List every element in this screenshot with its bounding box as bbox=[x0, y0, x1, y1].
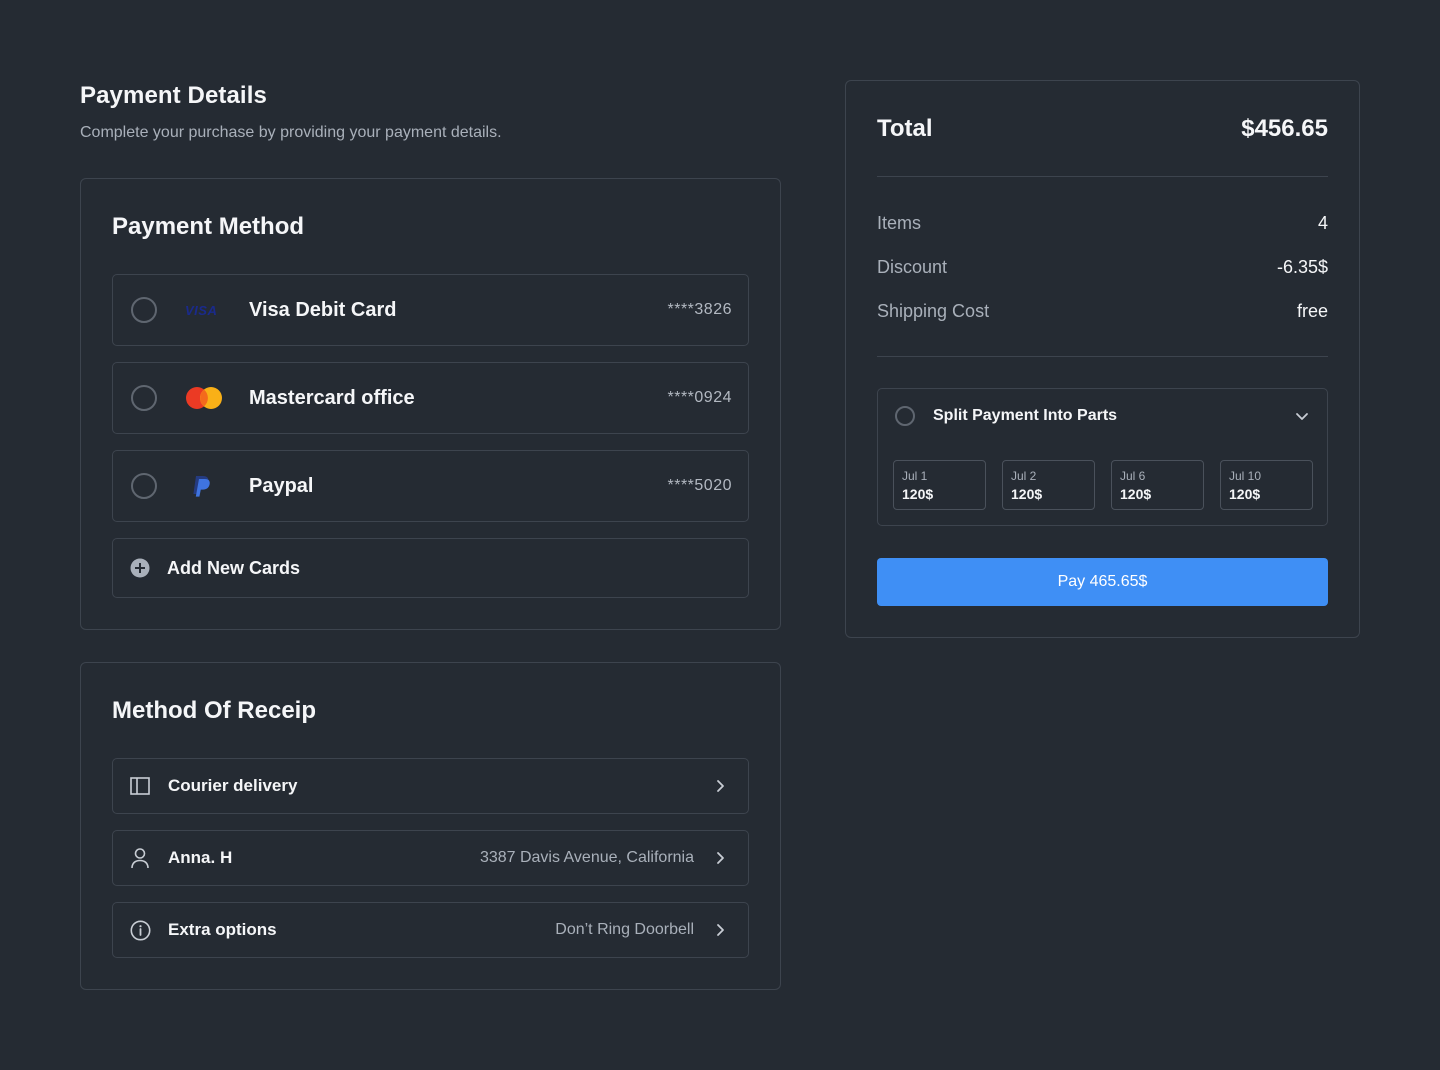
paypal-logo-icon bbox=[185, 472, 225, 500]
summary-divider bbox=[877, 176, 1328, 177]
recipient-row[interactable]: Anna. H 3387 Davis Avenue, California bbox=[112, 830, 749, 886]
recipient-name: Anna. H bbox=[168, 848, 233, 867]
discount-label: Discount bbox=[877, 257, 948, 277]
add-new-card-label: Add New Cards bbox=[167, 557, 301, 578]
split-payment-label: Split Payment Into Parts bbox=[933, 407, 1118, 424]
recipient-address: 3387 Davis Avenue, California bbox=[479, 849, 694, 866]
split-part[interactable]: Jul 10 120$ bbox=[1220, 460, 1313, 510]
visa-logo-icon: VISA bbox=[185, 296, 225, 324]
total-value: $456.65 bbox=[1241, 115, 1328, 142]
split-part-date: Jul 10 bbox=[1229, 468, 1262, 483]
split-part-date: Jul 1 bbox=[902, 468, 928, 483]
payment-method-card: Payment Method VISA Visa Debit Card ****… bbox=[80, 178, 781, 630]
shipping-label: Shipping Cost bbox=[877, 301, 990, 321]
total-label: Total bbox=[877, 115, 933, 142]
summary-row-discount: Discount -6.35$ bbox=[877, 257, 1328, 278]
page-header: Payment Details Complete your purchase b… bbox=[80, 82, 502, 142]
shipping-value: free bbox=[1296, 301, 1328, 321]
add-new-card-button[interactable]: Add New Cards bbox=[112, 538, 749, 598]
total-row: Total $456.65 bbox=[877, 115, 1328, 143]
summary-divider bbox=[877, 356, 1328, 357]
visa-number: ****3826 bbox=[667, 301, 732, 318]
visa-logo-text: VISA bbox=[185, 302, 218, 318]
payment-option-mastercard[interactable]: Mastercard office ****0924 bbox=[112, 362, 749, 434]
extra-options-label: Extra options bbox=[168, 920, 277, 939]
paypal-number: ****5020 bbox=[667, 477, 732, 494]
items-value: 4 bbox=[1317, 213, 1328, 233]
extra-options-value: Don’t Ring Doorbell bbox=[555, 921, 694, 938]
mastercard-radio[interactable] bbox=[131, 385, 157, 411]
summary-row-items: Items 4 bbox=[877, 213, 1328, 234]
split-part-date: Jul 6 bbox=[1120, 468, 1146, 483]
chevron-right-icon bbox=[712, 922, 728, 938]
split-part-amount: 120$ bbox=[1120, 485, 1152, 502]
visa-label: Visa Debit Card bbox=[249, 298, 397, 321]
split-part-amount: 120$ bbox=[1011, 485, 1043, 502]
payment-option-visa[interactable]: VISA Visa Debit Card ****3826 bbox=[112, 274, 749, 346]
chevron-down-icon[interactable] bbox=[1294, 408, 1310, 424]
mastercard-logo-icon bbox=[185, 384, 225, 412]
split-parts: Jul 1 120$ Jul 2 120$ Jul 6 120$ Jul 10 … bbox=[893, 460, 1313, 510]
page-subtitle: Complete your purchase by providing your… bbox=[80, 124, 502, 141]
receipt-method-title: Method Of Receip bbox=[112, 697, 317, 724]
split-payment-panel: Split Payment Into Parts Jul 1 120$ Jul … bbox=[877, 388, 1328, 526]
split-payment-radio[interactable] bbox=[895, 406, 915, 426]
mastercard-number: ****0924 bbox=[667, 389, 732, 406]
plus-circle-icon bbox=[130, 558, 150, 578]
sidebar-layout-icon bbox=[129, 775, 151, 797]
split-part-date: Jul 2 bbox=[1011, 468, 1037, 483]
courier-delivery-label: Courier delivery bbox=[168, 776, 298, 795]
split-payment-toggle[interactable]: Split Payment Into Parts bbox=[895, 406, 1310, 426]
courier-delivery-row[interactable]: Courier delivery bbox=[112, 758, 749, 814]
visa-radio[interactable] bbox=[131, 297, 157, 323]
split-part-amount: 120$ bbox=[1229, 485, 1261, 502]
user-icon bbox=[129, 847, 151, 869]
paypal-label: Paypal bbox=[249, 474, 314, 497]
split-part-amount: 120$ bbox=[902, 485, 934, 502]
page-title: Payment Details bbox=[80, 82, 267, 109]
chevron-right-icon bbox=[712, 850, 728, 866]
chevron-right-icon bbox=[712, 778, 728, 794]
pay-button[interactable]: Pay 465.65$ bbox=[877, 558, 1328, 606]
paypal-radio[interactable] bbox=[131, 473, 157, 499]
extra-options-row[interactable]: Extra options Don’t Ring Doorbell bbox=[112, 902, 749, 958]
payment-method-title: Payment Method bbox=[112, 213, 305, 240]
payment-option-paypal[interactable]: Paypal ****5020 bbox=[112, 450, 749, 522]
summary-row-shipping: Shipping Cost free bbox=[877, 301, 1328, 322]
receipt-method-card: Method Of Receip Courier delivery Anna. … bbox=[80, 662, 781, 990]
discount-value: -6.35$ bbox=[1276, 257, 1328, 277]
order-summary-card: Total $456.65 Items 4 Discount -6.35$ Sh… bbox=[845, 80, 1360, 638]
mastercard-label: Mastercard office bbox=[249, 386, 415, 409]
items-label: Items bbox=[877, 213, 922, 233]
split-part[interactable]: Jul 1 120$ bbox=[893, 460, 986, 510]
split-part[interactable]: Jul 2 120$ bbox=[1002, 460, 1095, 510]
split-part[interactable]: Jul 6 120$ bbox=[1111, 460, 1204, 510]
info-icon bbox=[129, 919, 151, 941]
